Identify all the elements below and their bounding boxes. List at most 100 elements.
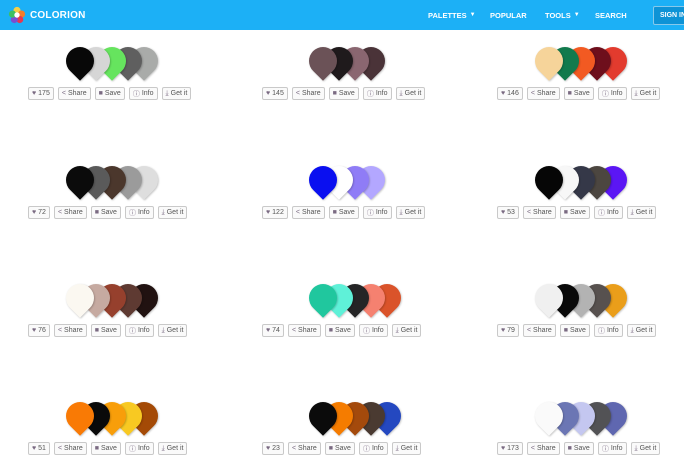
save-button[interactable]: ■ Save [559,324,590,337]
like-button[interactable]: ♥ 175 [28,87,54,100]
get-it-button[interactable]: ⤓ Get it [395,87,426,100]
like-button[interactable]: ♥ 74 [262,324,284,337]
palette-swatches[interactable] [303,396,409,438]
like-button[interactable]: ♥ 51 [28,442,50,455]
info-button[interactable]: ⓘ Info [358,324,388,337]
chevron-down-icon: ▼ [573,12,580,18]
like-button[interactable]: ♥ 79 [497,324,519,337]
info-button[interactable]: ⓘ Info [593,324,623,337]
get-it-button[interactable]: ⤓ Get it [626,206,657,219]
save-button[interactable]: ■ Save [94,87,125,100]
heart-icon: ♥ [266,209,271,216]
info-button[interactable]: ⓘ Info [593,206,623,219]
get-it-button[interactable]: ⤓ Get it [630,442,661,455]
info-button[interactable]: ⓘ Info [597,442,627,455]
share-icon: < [295,209,300,216]
like-button[interactable]: ♥ 173 [497,442,523,455]
save-button[interactable]: ■ Save [90,442,121,455]
share-button[interactable]: < Share [53,442,87,455]
share-button[interactable]: < Share [287,324,321,337]
share-button[interactable]: < Share [287,442,321,455]
palette-swatches[interactable] [529,278,635,320]
info-button[interactable]: ⓘ Info [362,87,392,100]
palette-swatches[interactable] [529,160,635,202]
save-button[interactable]: ■ Save [559,206,590,219]
chevron-down-icon: ▼ [469,12,476,18]
nav-popular-label: POPULAR [490,10,527,20]
palette-actions: ♥ 23 < Share ■ Save ⓘ Info ⤓ Get it [262,442,425,455]
info-button[interactable]: ⓘ Info [128,87,158,100]
get-it-button[interactable]: ⤓ Get it [395,206,426,219]
get-it-button[interactable]: ⤓ Get it [391,324,422,337]
download-icon: ⤓ [630,326,634,334]
get-it-button[interactable]: ⤓ Get it [630,87,661,100]
info-button[interactable]: ⓘ Info [124,206,154,219]
palette-swatches[interactable] [60,160,166,202]
info-button[interactable]: ⓘ Info [597,87,627,100]
info-icon: ⓘ [597,327,605,335]
share-button[interactable]: < Share [57,87,91,100]
save-button[interactable]: ■ Save [324,324,355,337]
share-button-label: Share [298,445,317,452]
palette-swatches[interactable] [529,396,635,438]
palette-swatches[interactable] [60,41,166,83]
info-button[interactable]: ⓘ Info [362,206,392,219]
like-button[interactable]: ♥ 145 [262,87,288,100]
palette-actions: ♥ 76 < Share ■ Save ⓘ Info ⤓ Get it [28,324,191,337]
palette-swatches[interactable] [529,41,635,83]
save-button[interactable]: ■ Save [90,206,121,219]
download-icon: ⤓ [161,326,165,334]
like-button[interactable]: ♥ 146 [497,87,523,100]
save-button[interactable]: ■ Save [328,87,359,100]
share-button[interactable]: < Share [291,206,325,219]
brand-logo[interactable]: COLORION [8,6,86,24]
save-button[interactable]: ■ Save [328,206,359,219]
like-button[interactable]: ♥ 53 [497,206,519,219]
share-button[interactable]: < Share [53,324,87,337]
info-button[interactable]: ⓘ Info [124,324,154,337]
save-button[interactable]: ■ Save [90,324,121,337]
get-it-button[interactable]: ⤓ Get it [161,87,192,100]
save-button[interactable]: ■ Save [563,442,594,455]
save-button[interactable]: ■ Save [324,442,355,455]
nav-search-label: SEARCH [595,10,627,20]
heart-icon: ♥ [266,327,271,334]
like-button[interactable]: ♥ 76 [28,324,50,337]
get-it-button[interactable]: ⤓ Get it [157,442,188,455]
bookmark-icon: ■ [328,445,333,452]
info-button[interactable]: ⓘ Info [124,442,154,455]
like-button[interactable]: ♥ 122 [262,206,288,219]
info-button[interactable]: ⓘ Info [358,442,388,455]
share-button[interactable]: < Share [522,206,556,219]
palette-swatches[interactable] [303,41,409,83]
share-button[interactable]: < Share [522,324,556,337]
share-button[interactable]: < Share [53,206,87,219]
palette-card: ♥ 76 < Share ■ Save ⓘ Info ⤓ Get it [28,278,208,354]
nav-tools[interactable]: TOOLS ▼ [545,0,580,30]
share-button[interactable]: < Share [526,442,560,455]
get-it-button[interactable]: ⤓ Get it [157,206,188,219]
bookmark-icon: ■ [328,327,333,334]
sign-in-button[interactable]: SIGN IN [653,6,684,25]
info-button-label: Info [137,327,150,334]
nav-search[interactable]: SEARCH [595,0,627,30]
share-button[interactable]: < Share [526,87,560,100]
palette-actions: ♥ 74 < Share ■ Save ⓘ Info ⤓ Get it [262,324,425,337]
get-it-button[interactable]: ⤓ Get it [626,324,657,337]
nav-palettes[interactable]: PALETTES ▼ [428,0,476,30]
get-it-button[interactable]: ⤓ Get it [157,324,188,337]
like-button-label: 76 [38,327,46,334]
palette-swatches[interactable] [60,278,166,320]
nav-popular[interactable]: POPULAR [490,0,527,30]
palette-swatches[interactable] [303,160,409,202]
like-button[interactable]: ♥ 23 [262,442,284,455]
save-button-label: Save [100,327,117,334]
share-button[interactable]: < Share [291,87,325,100]
palette-swatches[interactable] [303,278,409,320]
share-button-label: Share [64,209,83,216]
get-it-button[interactable]: ⤓ Get it [391,442,422,455]
palette-swatches[interactable] [60,396,166,438]
info-icon: ⓘ [362,445,370,453]
like-button[interactable]: ♥ 72 [28,206,50,219]
save-button[interactable]: ■ Save [563,87,594,100]
